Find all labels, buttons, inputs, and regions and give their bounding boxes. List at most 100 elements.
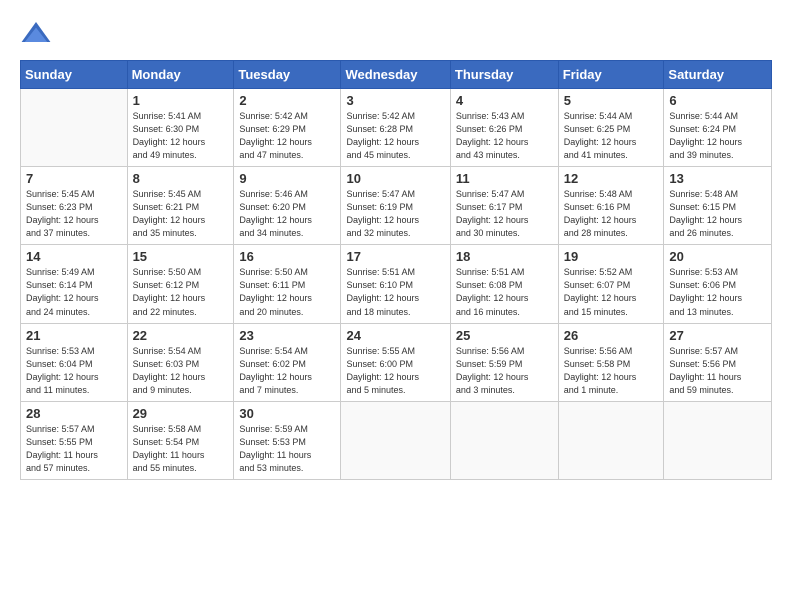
day-number: 11 xyxy=(456,171,553,186)
day-info: Sunrise: 5:48 AM Sunset: 6:16 PM Dayligh… xyxy=(564,188,659,240)
day-number: 29 xyxy=(133,406,229,421)
calendar-cell: 30 Sunrise: 5:59 AM Sunset: 5:53 PM Dayli… xyxy=(234,401,341,479)
day-info: Sunrise: 5:51 AM Sunset: 6:10 PM Dayligh… xyxy=(346,266,444,318)
day-info: Sunrise: 5:50 AM Sunset: 6:11 PM Dayligh… xyxy=(239,266,335,318)
day-number: 9 xyxy=(239,171,335,186)
day-info: Sunrise: 5:55 AM Sunset: 6:00 PM Dayligh… xyxy=(346,345,444,397)
calendar-cell: 17 Sunrise: 5:51 AM Sunset: 6:10 PM Dayli… xyxy=(341,245,450,323)
day-number: 27 xyxy=(669,328,766,343)
day-info: Sunrise: 5:56 AM Sunset: 5:59 PM Dayligh… xyxy=(456,345,553,397)
weekday-header-sunday: Sunday xyxy=(21,61,128,89)
calendar-cell: 20 Sunrise: 5:53 AM Sunset: 6:06 PM Dayli… xyxy=(664,245,772,323)
logo xyxy=(20,18,58,50)
calendar-cell: 1 Sunrise: 5:41 AM Sunset: 6:30 PM Daylig… xyxy=(127,89,234,167)
day-number: 15 xyxy=(133,249,229,264)
weekday-header-saturday: Saturday xyxy=(664,61,772,89)
calendar-cell: 22 Sunrise: 5:54 AM Sunset: 6:03 PM Dayli… xyxy=(127,323,234,401)
day-info: Sunrise: 5:42 AM Sunset: 6:29 PM Dayligh… xyxy=(239,110,335,162)
calendar-cell: 24 Sunrise: 5:55 AM Sunset: 6:00 PM Dayli… xyxy=(341,323,450,401)
calendar-header: SundayMondayTuesdayWednesdayThursdayFrid… xyxy=(21,61,772,89)
calendar-cell: 3 Sunrise: 5:42 AM Sunset: 6:28 PM Daylig… xyxy=(341,89,450,167)
weekday-row: SundayMondayTuesdayWednesdayThursdayFrid… xyxy=(21,61,772,89)
day-info: Sunrise: 5:59 AM Sunset: 5:53 PM Dayligh… xyxy=(239,423,335,475)
day-info: Sunrise: 5:47 AM Sunset: 6:19 PM Dayligh… xyxy=(346,188,444,240)
day-number: 5 xyxy=(564,93,659,108)
calendar-cell: 13Sunrise: 5:48 AM Sunset: 6:15 PM Dayli… xyxy=(664,167,772,245)
calendar-cell xyxy=(558,401,664,479)
calendar-cell: 14 Sunrise: 5:49 AM Sunset: 6:14 PM Dayli… xyxy=(21,245,128,323)
page: SundayMondayTuesdayWednesdayThursdayFrid… xyxy=(0,0,792,612)
day-number: 20 xyxy=(669,249,766,264)
day-number: 24 xyxy=(346,328,444,343)
day-info: Sunrise: 5:54 AM Sunset: 6:02 PM Dayligh… xyxy=(239,345,335,397)
day-number: 17 xyxy=(346,249,444,264)
day-number: 18 xyxy=(456,249,553,264)
day-number: 10 xyxy=(346,171,444,186)
calendar-cell: 4 Sunrise: 5:43 AM Sunset: 6:26 PM Daylig… xyxy=(450,89,558,167)
calendar-week-4: 28Sunrise: 5:57 AM Sunset: 5:55 PM Dayli… xyxy=(21,401,772,479)
day-info: Sunrise: 5:54 AM Sunset: 6:03 PM Dayligh… xyxy=(133,345,229,397)
day-number: 3 xyxy=(346,93,444,108)
day-info: Sunrise: 5:47 AM Sunset: 6:17 PM Dayligh… xyxy=(456,188,553,240)
calendar-week-1: 7 Sunrise: 5:45 AM Sunset: 6:23 PM Daylig… xyxy=(21,167,772,245)
day-number: 12 xyxy=(564,171,659,186)
calendar-cell: 23Sunrise: 5:54 AM Sunset: 6:02 PM Dayli… xyxy=(234,323,341,401)
calendar-week-0: 1 Sunrise: 5:41 AM Sunset: 6:30 PM Daylig… xyxy=(21,89,772,167)
day-number: 7 xyxy=(26,171,122,186)
day-info: Sunrise: 5:49 AM Sunset: 6:14 PM Dayligh… xyxy=(26,266,122,318)
calendar-cell: 7 Sunrise: 5:45 AM Sunset: 6:23 PM Daylig… xyxy=(21,167,128,245)
day-number: 25 xyxy=(456,328,553,343)
calendar-cell xyxy=(664,401,772,479)
day-info: Sunrise: 5:43 AM Sunset: 6:26 PM Dayligh… xyxy=(456,110,553,162)
calendar-cell: 16 Sunrise: 5:50 AM Sunset: 6:11 PM Dayli… xyxy=(234,245,341,323)
day-number: 22 xyxy=(133,328,229,343)
calendar-cell: 15Sunrise: 5:50 AM Sunset: 6:12 PM Dayli… xyxy=(127,245,234,323)
day-number: 30 xyxy=(239,406,335,421)
calendar-cell: 19Sunrise: 5:52 AM Sunset: 6:07 PM Dayli… xyxy=(558,245,664,323)
weekday-header-friday: Friday xyxy=(558,61,664,89)
calendar-cell: 28Sunrise: 5:57 AM Sunset: 5:55 PM Dayli… xyxy=(21,401,128,479)
calendar-cell xyxy=(21,89,128,167)
calendar-cell: 9Sunrise: 5:46 AM Sunset: 6:20 PM Daylig… xyxy=(234,167,341,245)
calendar-table: SundayMondayTuesdayWednesdayThursdayFrid… xyxy=(20,60,772,480)
logo-icon xyxy=(20,18,52,50)
day-info: Sunrise: 5:53 AM Sunset: 6:04 PM Dayligh… xyxy=(26,345,122,397)
day-number: 16 xyxy=(239,249,335,264)
weekday-header-thursday: Thursday xyxy=(450,61,558,89)
calendar-week-2: 14 Sunrise: 5:49 AM Sunset: 6:14 PM Dayli… xyxy=(21,245,772,323)
calendar-cell: 6Sunrise: 5:44 AM Sunset: 6:24 PM Daylig… xyxy=(664,89,772,167)
calendar-cell: 11 Sunrise: 5:47 AM Sunset: 6:17 PM Dayli… xyxy=(450,167,558,245)
day-info: Sunrise: 5:57 AM Sunset: 5:56 PM Dayligh… xyxy=(669,345,766,397)
calendar-cell: 26 Sunrise: 5:56 AM Sunset: 5:58 PM Dayli… xyxy=(558,323,664,401)
weekday-header-monday: Monday xyxy=(127,61,234,89)
calendar-cell: 18 Sunrise: 5:51 AM Sunset: 6:08 PM Dayli… xyxy=(450,245,558,323)
calendar-week-3: 21Sunrise: 5:53 AM Sunset: 6:04 PM Dayli… xyxy=(21,323,772,401)
day-info: Sunrise: 5:44 AM Sunset: 6:25 PM Dayligh… xyxy=(564,110,659,162)
day-number: 2 xyxy=(239,93,335,108)
day-number: 1 xyxy=(133,93,229,108)
calendar-cell: 8Sunrise: 5:45 AM Sunset: 6:21 PM Daylig… xyxy=(127,167,234,245)
calendar-cell: 5 Sunrise: 5:44 AM Sunset: 6:25 PM Daylig… xyxy=(558,89,664,167)
day-info: Sunrise: 5:42 AM Sunset: 6:28 PM Dayligh… xyxy=(346,110,444,162)
weekday-header-wednesday: Wednesday xyxy=(341,61,450,89)
calendar-cell: 25 Sunrise: 5:56 AM Sunset: 5:59 PM Dayli… xyxy=(450,323,558,401)
calendar-body: 1 Sunrise: 5:41 AM Sunset: 6:30 PM Daylig… xyxy=(21,89,772,480)
day-info: Sunrise: 5:51 AM Sunset: 6:08 PM Dayligh… xyxy=(456,266,553,318)
day-info: Sunrise: 5:44 AM Sunset: 6:24 PM Dayligh… xyxy=(669,110,766,162)
day-info: Sunrise: 5:45 AM Sunset: 6:21 PM Dayligh… xyxy=(133,188,229,240)
day-number: 26 xyxy=(564,328,659,343)
day-info: Sunrise: 5:41 AM Sunset: 6:30 PM Dayligh… xyxy=(133,110,229,162)
weekday-header-tuesday: Tuesday xyxy=(234,61,341,89)
calendar-cell xyxy=(341,401,450,479)
day-number: 4 xyxy=(456,93,553,108)
calendar-cell xyxy=(450,401,558,479)
calendar-cell: 10 Sunrise: 5:47 AM Sunset: 6:19 PM Dayli… xyxy=(341,167,450,245)
day-info: Sunrise: 5:53 AM Sunset: 6:06 PM Dayligh… xyxy=(669,266,766,318)
calendar-cell: 27 Sunrise: 5:57 AM Sunset: 5:56 PM Dayli… xyxy=(664,323,772,401)
day-info: Sunrise: 5:56 AM Sunset: 5:58 PM Dayligh… xyxy=(564,345,659,397)
day-info: Sunrise: 5:52 AM Sunset: 6:07 PM Dayligh… xyxy=(564,266,659,318)
calendar-cell: 29Sunrise: 5:58 AM Sunset: 5:54 PM Dayli… xyxy=(127,401,234,479)
day-number: 13 xyxy=(669,171,766,186)
day-number: 14 xyxy=(26,249,122,264)
day-info: Sunrise: 5:45 AM Sunset: 6:23 PM Dayligh… xyxy=(26,188,122,240)
